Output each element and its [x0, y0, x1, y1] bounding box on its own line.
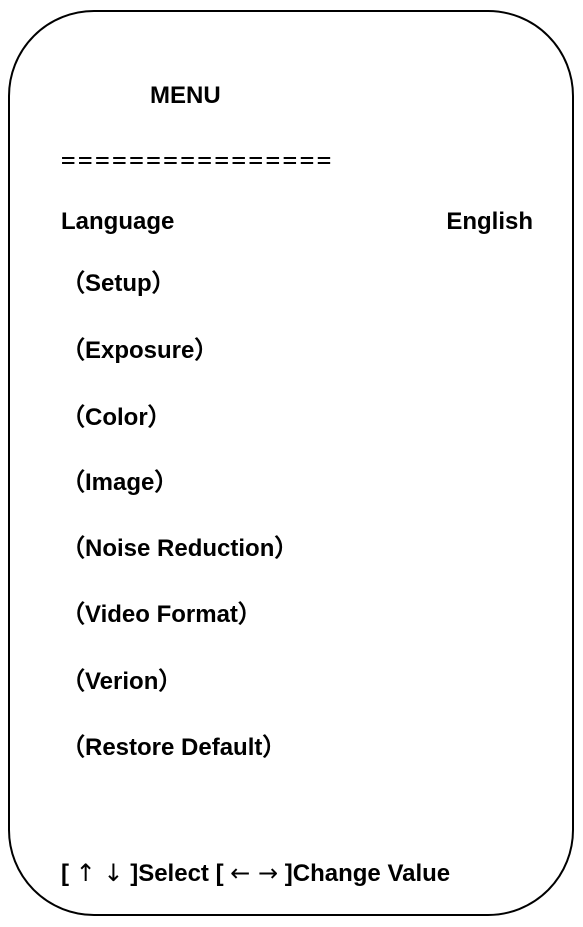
menu-item-language[interactable]: Language English — [61, 204, 533, 240]
key-hint-bar: [ ↑ ↓ ]Select [ ← → ]Change Value — [61, 855, 450, 892]
menu-divider: ================ — [61, 146, 334, 174]
menu-item-image[interactable]: （Image） — [61, 465, 533, 501]
menu-item-video-format[interactable]: （Video Format） — [61, 597, 533, 633]
menu-item-version[interactable]: （Verion） — [61, 664, 533, 700]
change-value-hint-text: ]Change Value — [284, 860, 451, 887]
language-label: Language — [61, 208, 175, 235]
up-down-arrows-icon: ↑ ↓ — [75, 859, 124, 887]
menu-item-noise-reduction[interactable]: （Noise Reduction） — [61, 531, 533, 567]
left-right-arrows-icon: ← → — [230, 859, 279, 887]
menu-item-exposure[interactable]: （Exposure） — [61, 333, 533, 369]
menu-item-restore-default[interactable]: （Restore Default） — [61, 730, 533, 766]
hint-open-bracket: [ — [61, 860, 69, 887]
select-hint-text: ]Select [ — [130, 860, 224, 887]
menu-item-color[interactable]: （Color） — [61, 400, 533, 436]
menu-title: MENU — [150, 82, 221, 109]
menu-item-setup[interactable]: （Setup） — [61, 266, 533, 302]
language-value[interactable]: English — [446, 204, 533, 240]
